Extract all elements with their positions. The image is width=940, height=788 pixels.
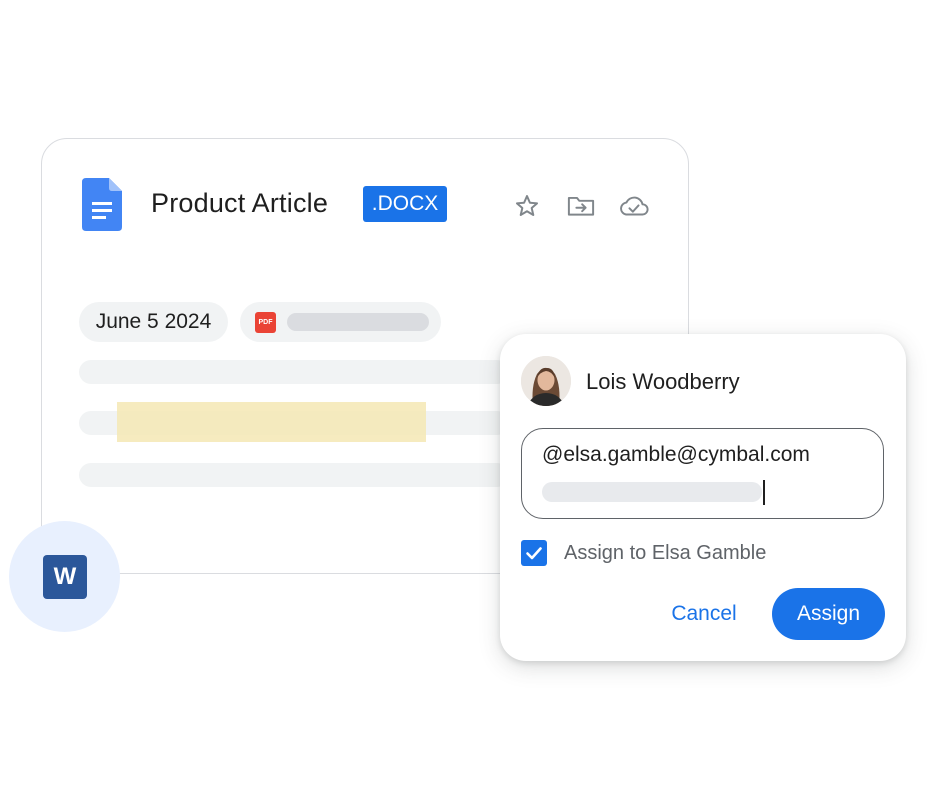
comment-text-placeholder: [542, 482, 762, 502]
assign-button[interactable]: Assign: [772, 588, 885, 640]
cancel-button[interactable]: Cancel: [659, 588, 749, 639]
pdf-icon: PDF: [255, 312, 276, 333]
text-line-placeholder: [79, 360, 509, 384]
document-title: Product Article: [151, 188, 329, 218]
mention-text: @elsa.gamble@cymbal.com: [542, 443, 810, 466]
avatar: [521, 356, 571, 406]
assign-checkbox-label[interactable]: Assign to Elsa Gamble: [564, 540, 766, 567]
star-icon[interactable]: [510, 189, 544, 223]
format-badge: .DOCX: [363, 186, 447, 222]
cloud-done-icon[interactable]: [617, 189, 651, 223]
user-name: Lois Woodberry: [586, 369, 740, 394]
assign-checkbox[interactable]: [521, 540, 547, 566]
pdf-attachment-chip[interactable]: PDF: [240, 302, 441, 342]
docs-icon: [82, 178, 122, 231]
pdf-filename-placeholder: [287, 313, 429, 331]
highlighted-text[interactable]: [117, 402, 426, 442]
word-icon: W: [43, 555, 87, 599]
text-cursor: [763, 480, 765, 505]
text-line-placeholder: [79, 463, 509, 487]
checkmark-icon: [526, 547, 542, 560]
move-to-folder-icon[interactable]: [564, 189, 598, 223]
date-chip[interactable]: June 5 2024: [79, 302, 228, 342]
